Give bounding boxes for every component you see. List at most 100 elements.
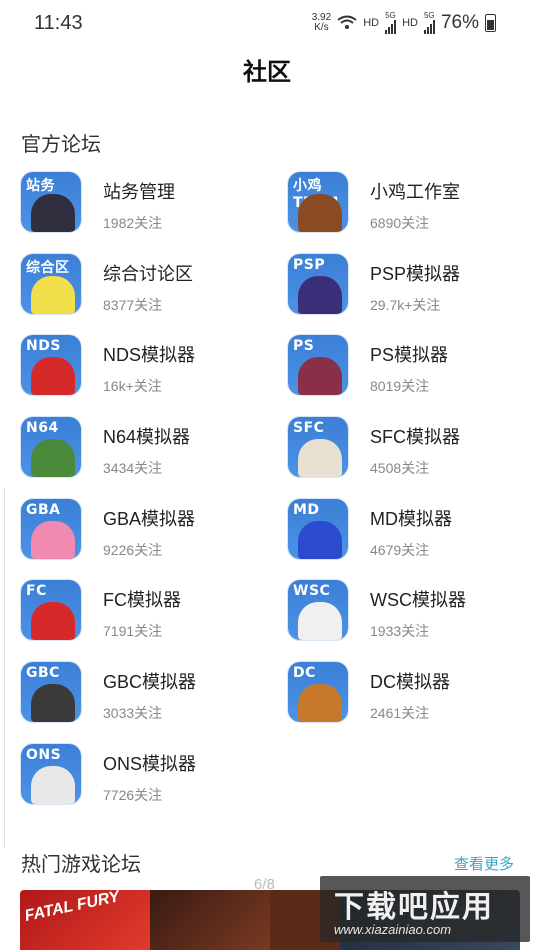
banner-panel-2 — [150, 890, 270, 950]
signal-icon-1: 5G — [385, 12, 397, 34]
forum-name: MD模拟器 — [370, 508, 452, 529]
hd-label-2: HD — [402, 17, 418, 29]
forum-item[interactable]: GBA GBA模拟器 9226关注 — [21, 498, 288, 581]
forum-icon-tag: ONS — [26, 746, 62, 763]
forum-icon: MD — [288, 498, 348, 559]
forum-info: N64模拟器 3434关注 — [103, 423, 190, 478]
forum-icon-tag: FC — [26, 583, 47, 600]
forum-item[interactable]: NDS NDS模拟器 16k+关注 — [21, 335, 288, 417]
forum-info: 小鸡工作室 6890关注 — [370, 178, 460, 233]
forum-grid: 站务 站务管理 1982关注 小鸡TEAM 小鸡工作室 6890关注综合区 综合讨论区 837… — [21, 172, 521, 826]
forum-icon-character — [298, 602, 342, 641]
forum-item[interactable]: N64 N64模拟器 3434关注 — [21, 417, 288, 499]
forum-icon-tag: 综合区 — [26, 259, 70, 276]
view-more-link[interactable]: 查看更多 — [454, 853, 514, 874]
forum-name: GBC模拟器 — [103, 672, 197, 693]
forum-icon: SFC — [288, 417, 348, 478]
forum-followers: 1933关注 — [370, 623, 430, 640]
forum-name: 综合讨论区 — [103, 263, 193, 284]
forum-item[interactable]: 小鸡TEAM 小鸡工作室 6890关注 — [288, 172, 521, 254]
status-time: 11:43 — [34, 12, 83, 34]
banner-panel-1: FATAL FURY — [20, 890, 150, 950]
forum-item[interactable]: MD MD模拟器 4679关注 — [288, 498, 521, 581]
forum-followers: 6890关注 — [370, 215, 430, 231]
forum-icon-tag: MD — [293, 501, 320, 518]
hot-forums-title: 热门游戏论坛 — [21, 854, 141, 876]
forum-icon: FC — [21, 580, 81, 641]
forum-item[interactable]: ONS ONS模拟器 7726关注 — [21, 743, 288, 826]
watermark-url: www.xiazainiao.com — [334, 922, 452, 937]
forum-info: 站务管理 1982关注 — [103, 178, 175, 233]
forum-name: FC模拟器 — [103, 590, 181, 611]
forum-icon: GBA — [21, 498, 81, 559]
forum-icon-character — [298, 357, 342, 396]
forum-followers: 4508关注 — [370, 460, 430, 477]
forum-icon: 小鸡TEAM — [288, 172, 348, 232]
forum-icon: DC — [288, 662, 348, 723]
forum-item[interactable]: PSP PSP模拟器 29.7k+关注 — [288, 253, 521, 336]
forum-info: 综合讨论区 8377关注 — [103, 260, 193, 315]
forum-icon: 站务 — [21, 172, 81, 232]
forum-followers: 29.7k+关注 — [370, 296, 441, 313]
banner-logo: FATAL FURY — [23, 890, 122, 925]
forum-followers: 16k+关注 — [103, 378, 162, 395]
forum-icon: 综合区 — [21, 253, 81, 314]
forum-name: N64模拟器 — [103, 427, 191, 448]
forum-followers: 8019关注 — [370, 378, 430, 395]
forum-info: GBA模拟器 9226关注 — [103, 505, 195, 560]
forum-followers: 9226关注 — [103, 541, 163, 558]
forum-name: 站务管理 — [103, 182, 175, 202]
forum-icon: PSP — [288, 253, 348, 314]
battery-percent: 76% — [440, 12, 479, 33]
scroll-edge — [0, 488, 5, 848]
network-speed-unit: K/s — [314, 22, 329, 33]
forum-followers: 7191关注 — [103, 623, 163, 640]
forum-item[interactable]: DC DC模拟器 2461关注 — [288, 662, 521, 744]
forum-icon-character — [31, 194, 75, 232]
forum-item[interactable]: WSC WSC模拟器 1933关注 — [288, 580, 521, 662]
forum-item[interactable]: SFC SFC模拟器 4508关注 — [288, 417, 521, 499]
forum-info: MD模拟器 4679关注 — [370, 505, 452, 560]
forum-item[interactable]: 站务 站务管理 1982关注 — [21, 172, 288, 254]
forum-name: DC模拟器 — [370, 672, 450, 693]
forum-icon-tag: NDS — [26, 338, 61, 355]
forum-name: NDS模拟器 — [103, 345, 196, 366]
forum-icon: GBC — [21, 662, 81, 723]
status-bar: 11:43 3.92 K/s HD 5G HD 5G 76% — [0, 0, 534, 46]
network-speed: 3.92 K/s — [312, 13, 331, 33]
forum-item[interactable]: FC FC模拟器 7191关注 — [21, 580, 288, 662]
forum-icon-tag: DC — [293, 665, 316, 682]
forum-item[interactable]: GBC GBC模拟器 3033关注 — [21, 662, 288, 744]
forum-followers: 3434关注 — [103, 460, 163, 477]
forum-info: ONS模拟器 7726关注 — [103, 750, 196, 805]
forum-followers: 2461关注 — [370, 705, 430, 722]
forum-name: WSC模拟器 — [370, 590, 466, 611]
forum-icon-character — [298, 520, 342, 559]
page-title: 社区 — [243, 59, 291, 86]
status-icons: 3.92 K/s HD 5G HD 5G 76% — [312, 12, 496, 34]
official-forums-title: 官方论坛 — [21, 134, 101, 156]
forum-icon-tag: WSC — [293, 583, 331, 600]
forum-info: PS模拟器 8019关注 — [370, 341, 448, 396]
forum-icon-character — [298, 684, 342, 723]
forum-followers: 8377关注 — [103, 296, 163, 313]
forum-info: PSP模拟器 29.7k+关注 — [370, 260, 460, 315]
forum-name: ONS模拟器 — [103, 753, 197, 774]
forum-item[interactable]: PS PS模拟器 8019关注 — [288, 335, 521, 417]
forum-name: PS模拟器 — [370, 345, 449, 366]
forum-icon: N64 — [21, 417, 81, 478]
forum-icon-character — [298, 275, 342, 314]
forum-icon-tag: GBA — [26, 501, 61, 518]
watermark: 下载吧应用 www.xiazainiao.com — [320, 876, 530, 942]
forum-icon-tag: SFC — [293, 420, 325, 437]
forum-icon: ONS — [21, 743, 81, 804]
forum-item[interactable]: 综合区 综合讨论区 8377关注 — [21, 253, 288, 336]
forum-name: 小鸡工作室 — [370, 182, 460, 202]
forum-icon-tag: PS — [293, 338, 315, 355]
forum-icon: WSC — [288, 580, 348, 641]
forum-icon-character — [298, 194, 342, 232]
watermark-text: 下载吧应用 — [334, 891, 494, 924]
battery-icon — [485, 14, 496, 32]
forum-icon-tag: GBC — [26, 665, 60, 682]
hd-label-1: HD — [363, 17, 380, 29]
